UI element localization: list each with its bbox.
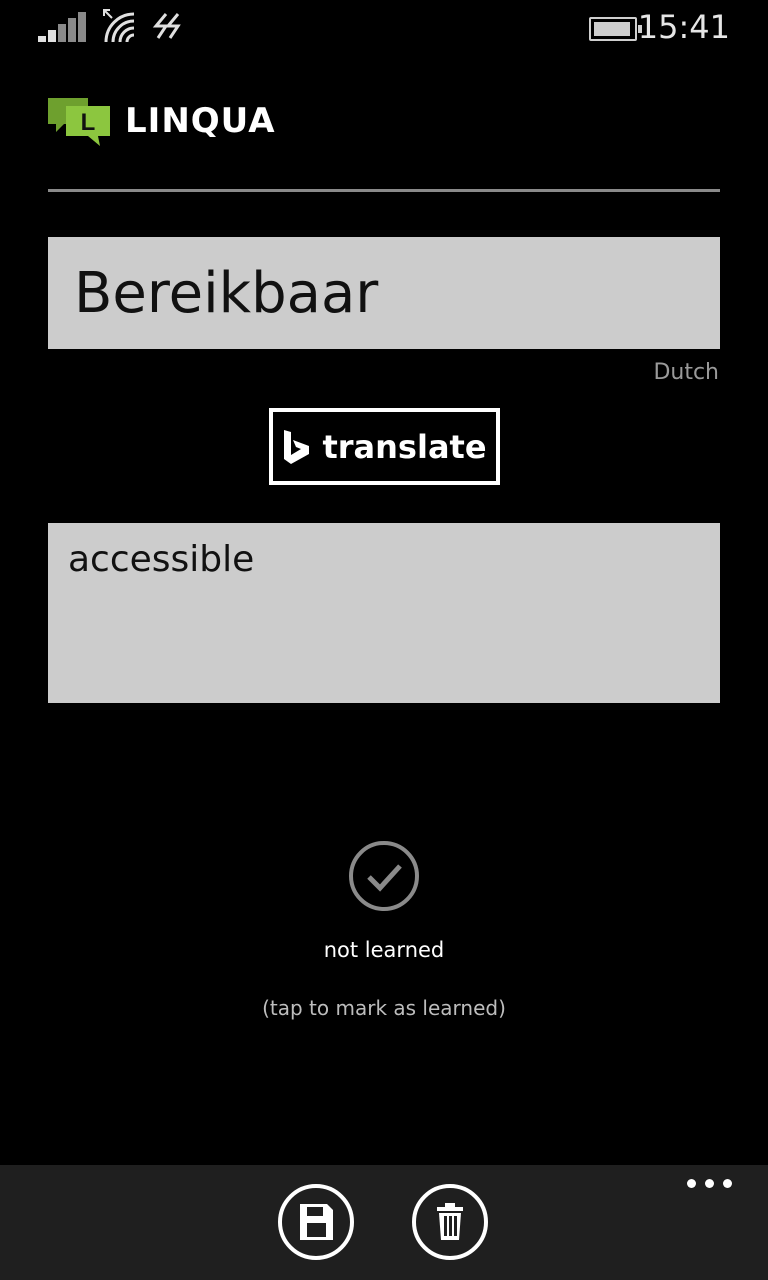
linqua-logo-icon: L xyxy=(48,98,110,146)
data-icon xyxy=(152,13,181,39)
status-bar: 15:41 xyxy=(0,0,768,60)
save-icon[interactable] xyxy=(277,1183,355,1261)
status-time: 15:41 xyxy=(637,8,730,46)
translation-input[interactable] xyxy=(48,523,720,703)
learned-status[interactable]: not learned xyxy=(0,938,768,962)
header-divider xyxy=(48,189,720,192)
app-title: LINQUA xyxy=(125,101,276,141)
app-bar xyxy=(0,1165,768,1280)
learned-hint: (tap to mark as learned) xyxy=(262,996,506,1020)
word-input[interactable] xyxy=(48,237,720,349)
ellipsis-icon[interactable] xyxy=(687,1179,732,1188)
battery-icon xyxy=(589,17,642,41)
translate-button-label: translate xyxy=(322,427,487,466)
signal-icon xyxy=(38,12,86,42)
learned-check-icon[interactable] xyxy=(348,840,420,912)
wifi-icon xyxy=(103,9,135,43)
delete-icon[interactable] xyxy=(411,1183,489,1261)
logo-letter: L xyxy=(81,109,96,136)
language-label: Dutch xyxy=(653,360,719,385)
translate-button[interactable]: translate xyxy=(269,408,500,485)
bing-icon xyxy=(284,429,310,464)
